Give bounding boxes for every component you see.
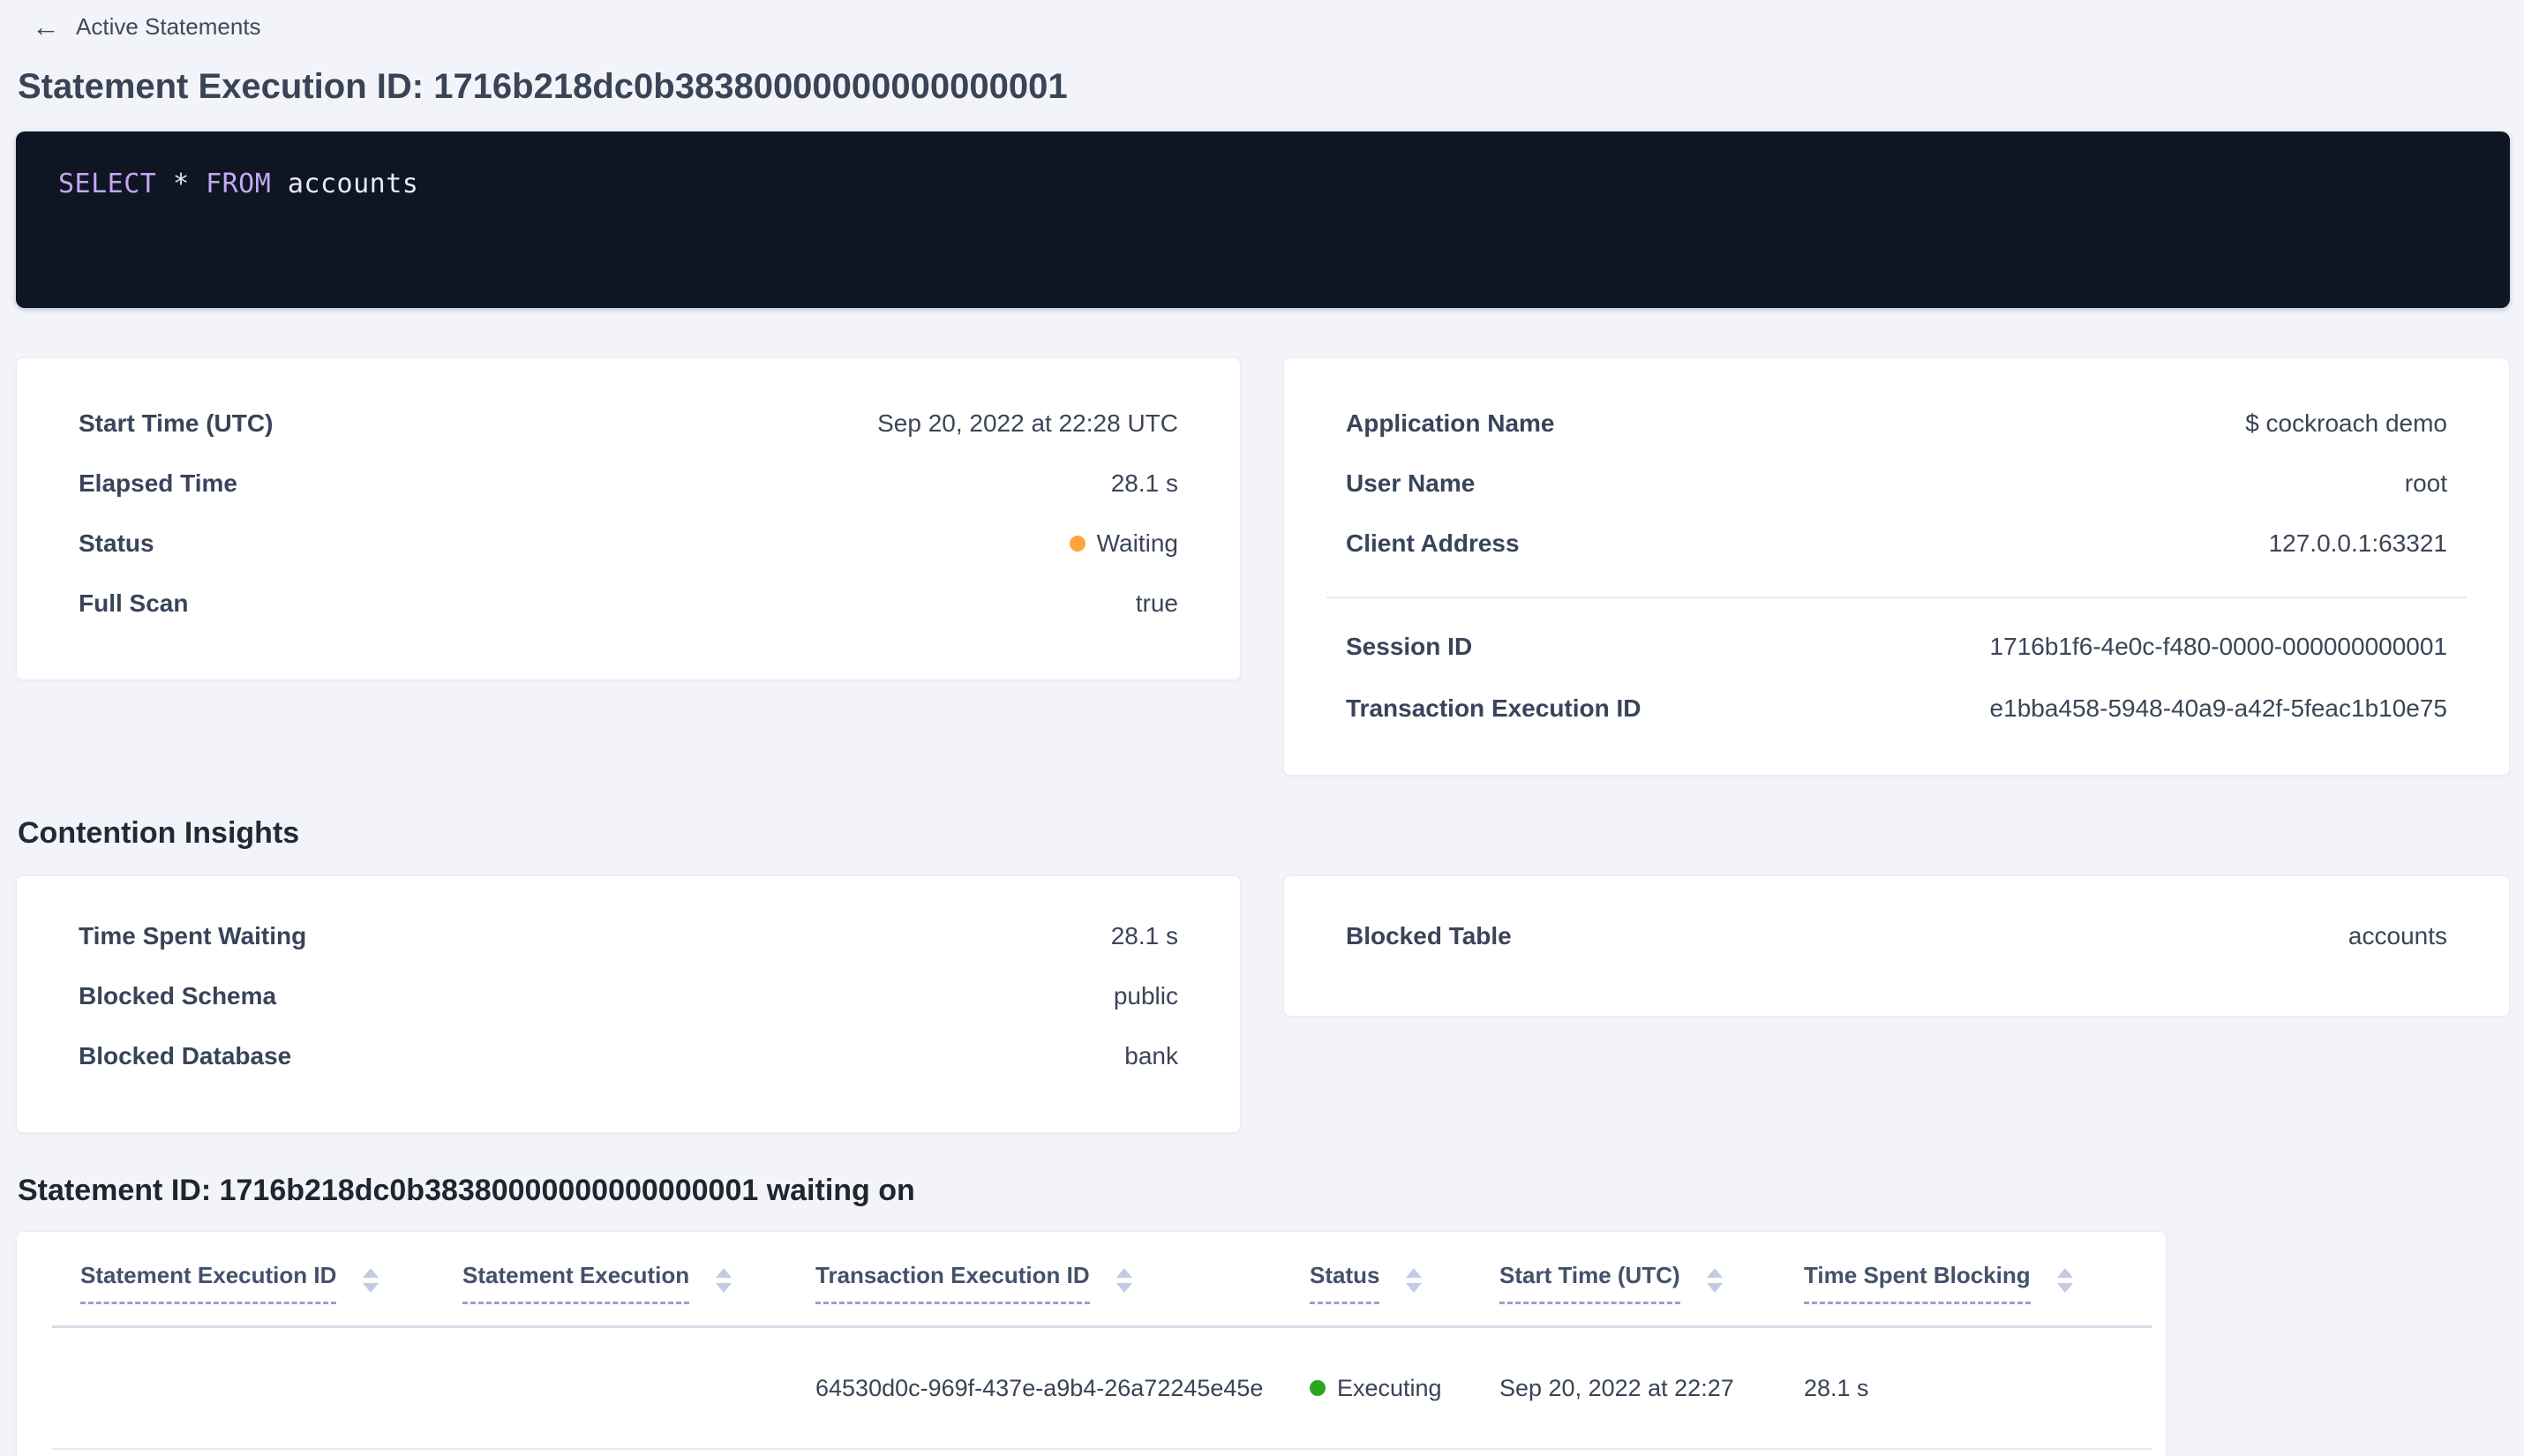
elapsed-time-value: 28.1 s — [1110, 469, 1178, 497]
client-address-value: 127.0.0.1:63321 — [2268, 529, 2447, 557]
column-header-statement-execution-id[interactable]: Statement Execution ID — [80, 1262, 462, 1305]
sort-icon[interactable] — [1406, 1268, 1423, 1293]
contention-details-card: Time Spent Waiting 28.1 s Blocked Schema… — [16, 875, 1241, 1133]
sql-statement-text: SELECT * FROM accounts — [58, 169, 418, 199]
cell-start-time: Sep 20, 2022 at 22:27 — [1499, 1374, 1734, 1401]
client-address-row: Client Address 127.0.0.1:63321 — [1284, 514, 2509, 574]
sort-icon[interactable] — [2056, 1268, 2073, 1293]
sort-icon[interactable] — [1706, 1268, 1723, 1293]
sql-table-name: accounts — [287, 169, 419, 199]
application-name-label: Application Name — [1346, 409, 1555, 437]
waiting-on-heading: Statement ID: 1716b218dc0b38380000000000… — [18, 1174, 915, 1207]
contention-insights-heading: Contention Insights — [18, 816, 300, 850]
user-name-value: root — [2404, 469, 2447, 497]
transaction-execution-id-link[interactable]: e1bba458-5948-40a9-a42f-5feac1b10e75 — [1990, 694, 2447, 723]
full-scan-label: Full Scan — [79, 589, 189, 617]
overview-cards-row: Start Time (UTC) Sep 20, 2022 at 22:28 U… — [16, 357, 2510, 776]
transaction-execution-id-label: Transaction Execution ID — [1346, 694, 1641, 722]
cell-status: Executing — [1310, 1375, 1499, 1402]
column-header-label: Statement Execution ID — [80, 1262, 337, 1305]
sql-keyword-select: SELECT — [58, 169, 157, 199]
waiting-on-table: Statement Execution ID Statement Executi… — [16, 1231, 2167, 1456]
client-address-label: Client Address — [1346, 529, 1520, 557]
breadcrumb-label: Active Statements — [76, 12, 261, 40]
elapsed-time-label: Elapsed Time — [79, 469, 238, 497]
breadcrumb-back-link[interactable]: ← Active Statements — [32, 12, 261, 41]
sort-icon[interactable] — [1116, 1268, 1132, 1293]
sql-keyword-from: FROM — [206, 169, 272, 199]
time-spent-waiting-label: Time Spent Waiting — [79, 922, 307, 949]
table-header-row: Statement Execution ID Statement Executi… — [17, 1262, 2166, 1305]
column-header-start-time[interactable]: Start Time (UTC) — [1499, 1262, 1804, 1305]
blocked-schema-row: Blocked Schema public — [17, 966, 1240, 1026]
executing-status-text: Executing — [1337, 1374, 1442, 1401]
sql-star: * — [172, 169, 190, 199]
executing-status-dot-icon — [1310, 1380, 1326, 1397]
start-time-row: Start Time (UTC) Sep 20, 2022 at 22:28 U… — [17, 394, 1240, 454]
blocked-database-row: Blocked Database bank — [17, 1026, 1240, 1086]
session-id-label: Session ID — [1346, 633, 1473, 660]
column-header-label: Start Time (UTC) — [1499, 1262, 1680, 1305]
blocked-table-label: Blocked Table — [1346, 922, 1512, 949]
status-value: Waiting — [1069, 529, 1178, 558]
application-name-value: $ cockroach demo — [2245, 409, 2447, 437]
back-arrow-icon: ← — [32, 11, 60, 42]
application-name-row: Application Name $ cockroach demo — [1284, 394, 2509, 454]
execution-details-card: Start Time (UTC) Sep 20, 2022 at 22:28 U… — [16, 357, 1241, 680]
session-id-row: Session ID 1716b1f6-4e0c-f480-0000-00000… — [1284, 616, 2509, 678]
sort-icon[interactable] — [363, 1268, 379, 1293]
cell-transaction-execution-id: 64530d0c-969f-437e-a9b4-26a72245e45e — [815, 1374, 1264, 1401]
session-id-link[interactable]: 1716b1f6-4e0c-f480-0000-000000000001 — [1990, 633, 2447, 661]
start-time-value: Sep 20, 2022 at 22:28 UTC — [877, 409, 1178, 437]
blocked-schema-value: public — [1113, 982, 1178, 1009]
blocked-schema-label: Blocked Schema — [79, 982, 277, 1009]
status-label: Status — [79, 529, 154, 557]
card-divider — [1326, 597, 2467, 598]
column-header-statement-execution[interactable]: Statement Execution — [462, 1262, 815, 1305]
status-text: Waiting — [1096, 529, 1178, 557]
blocked-table-row: Blocked Table accounts — [1284, 906, 2509, 966]
user-name-label: User Name — [1346, 469, 1476, 497]
column-header-transaction-execution-id[interactable]: Transaction Execution ID — [815, 1262, 1310, 1305]
blocked-table-value: accounts — [2347, 922, 2447, 949]
blocked-database-value: bank — [1124, 1042, 1178, 1069]
column-header-time-spent-blocking[interactable]: Time Spent Blocking — [1804, 1262, 2130, 1305]
column-header-label: Statement Execution — [462, 1262, 690, 1305]
page-title: Statement Execution ID: 1716b218dc0b3838… — [18, 67, 1068, 106]
sql-statement-box: SELECT * FROM accounts — [16, 131, 2510, 308]
session-details-card: Application Name $ cockroach demo User N… — [1283, 357, 2510, 776]
waiting-status-dot-icon — [1069, 536, 1085, 552]
blocked-database-label: Blocked Database — [79, 1042, 292, 1069]
time-spent-waiting-row: Time Spent Waiting 28.1 s — [17, 906, 1240, 966]
elapsed-time-row: Elapsed Time 28.1 s — [17, 454, 1240, 514]
cell-time-spent-blocking: 28.1 s — [1804, 1374, 1869, 1401]
start-time-label: Start Time (UTC) — [79, 409, 274, 437]
table-row: 64530d0c-969f-437e-a9b4-26a72245e45e Exe… — [17, 1328, 2166, 1448]
column-header-label: Status — [1310, 1262, 1380, 1305]
contention-cards-row: Time Spent Waiting 28.1 s Blocked Schema… — [16, 875, 2510, 1133]
blocked-table-card: Blocked Table accounts — [1283, 875, 2510, 1017]
statement-execution-details-page: ← Active Statements Statement Execution … — [0, 0, 2524, 1456]
transaction-execution-id-row: Transaction Execution ID e1bba458-5948-4… — [1284, 678, 2509, 739]
full-scan-row: Full Scan true — [17, 574, 1240, 634]
full-scan-value: true — [1135, 589, 1178, 617]
column-header-label: Time Spent Blocking — [1804, 1262, 2031, 1305]
time-spent-waiting-value: 28.1 s — [1110, 922, 1178, 949]
status-row: Status Waiting — [17, 514, 1240, 574]
sort-icon[interactable] — [716, 1268, 732, 1293]
user-name-row: User Name root — [1284, 454, 2509, 514]
column-header-status[interactable]: Status — [1310, 1262, 1499, 1305]
column-header-label: Transaction Execution ID — [815, 1262, 1090, 1305]
